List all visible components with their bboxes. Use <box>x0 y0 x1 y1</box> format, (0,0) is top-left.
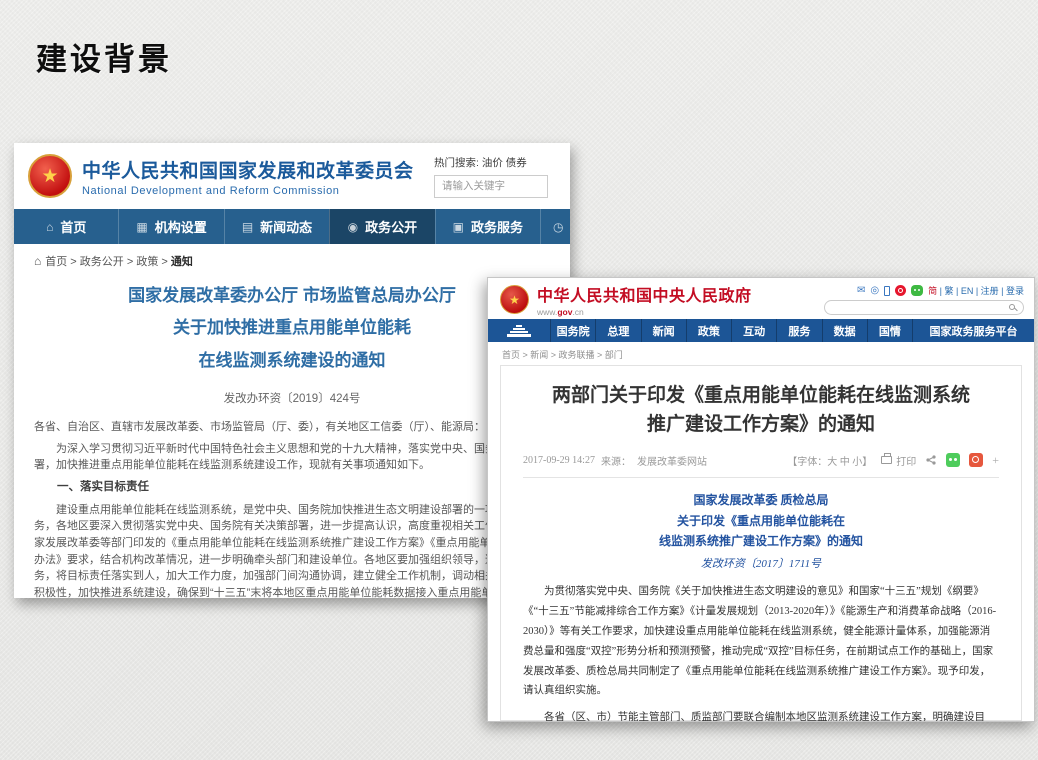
document-heading: 国家发展改革委 质检总局 关于印发《重点用能单位能耗在 线监测系统推广建设工作方… <box>523 490 999 552</box>
gov-site-titles: 中华人民共和国中央人民政府 www.gov.cn <box>537 282 752 317</box>
gov-header: ★ 中华人民共和国中央人民政府 www.gov.cn ✉ ◎ 简 | 繁 | E… <box>488 278 1034 319</box>
nav-item-news[interactable]: ▤ 新闻动态 <box>224 209 329 244</box>
breadcrumb-path: 首页 > 政务公开 > 政策 > <box>45 256 171 268</box>
nav-item-label: 新闻动态 <box>260 217 312 236</box>
paragraph: 建设重点用能单位能耗在线监测系统，是党中央、国务院加快推进生态文明建设部署的一项… <box>34 502 550 598</box>
gov-header-icons: ✉ ◎ 简 | 繁 | EN | 注册 | 登录 <box>857 284 1024 297</box>
disclosure-icon: ◉ <box>348 220 358 234</box>
ndrc-site-titles: 中华人民共和国国家发展和改革委员会 National Development a… <box>82 156 414 197</box>
breadcrumb[interactable]: 首页 > 新闻 > 政务联播 > 部门 <box>488 342 1034 365</box>
nav-item-label: 政务公开 <box>365 217 417 236</box>
printer-icon <box>881 456 892 464</box>
share-icon[interactable] <box>925 454 937 466</box>
share-wechat-icon[interactable] <box>946 453 960 467</box>
document-title: 国家发展改革委办公厅 市场监管总局办公厅 关于加快推进重点用能单位能耗 在线监测… <box>34 280 550 377</box>
gov-emblem-logo: ★ <box>500 285 529 314</box>
article-title: 两部门关于印发《重点用能单位能耗在线监测系统推广建设工作方案》的通知 <box>523 381 999 440</box>
divider <box>523 477 999 478</box>
salutation: 各省、自治区、直辖市发展改革委、市场监管局（厅、委），有关地区工信委（厅）、能源… <box>34 419 550 436</box>
breadcrumb-current: 通知 <box>171 256 193 268</box>
document-body: 为贯彻落实党中央、国务院《关于加快推进生态文明建设的意见》和国家“十三五”规划《… <box>523 582 999 722</box>
ndrc-site-title: 中华人民共和国国家发展和改革委员会 <box>82 156 414 183</box>
nav-item-premier[interactable]: 总理 <box>595 319 640 342</box>
document-title-line: 关于加快推进重点用能单位能耗 <box>34 312 550 344</box>
search-input[interactable] <box>434 175 548 198</box>
search-icon <box>1009 304 1015 310</box>
document-number: 发改环资〔2017〕1711号 <box>523 555 999 571</box>
article-meta-left: 2017-09-29 14:27 来源： 发展改革委网站 <box>523 453 707 468</box>
nav-item-label: 机构设置 <box>155 217 207 236</box>
ndrc-header: ★ 中华人民共和国国家发展和改革委员会 National Development… <box>14 143 570 209</box>
wechat-icon[interactable] <box>911 285 923 296</box>
page-title: 建设背景 <box>36 34 172 79</box>
gov-site-url: www.gov.cn <box>537 307 752 317</box>
home-icon: ⌂ <box>34 254 41 268</box>
nav-item-home[interactable]: ⌂ 首页 <box>14 209 118 244</box>
nav-item-more[interactable]: ◷ <box>540 209 570 244</box>
news-icon: ▤ <box>242 220 253 234</box>
document-title-line: 在线监测系统建设的通知 <box>34 345 550 377</box>
tiananmen-icon <box>506 325 532 337</box>
paragraph: 为贯彻落实党中央、国务院《关于加快推进生态文明建设的意见》和国家“十三五”规划《… <box>523 582 999 702</box>
nav-item-national[interactable]: 国情 <box>867 319 912 342</box>
document-number: 发改办环资〔2019〕424号 <box>34 390 550 406</box>
clock-icon: ◷ <box>553 220 563 234</box>
paragraph: 各省（区、市）节能主管部门、质监部门要联合编制本地区监测系统建设工作方案，明确建… <box>523 708 999 722</box>
gov-header-right: ✉ ◎ 简 | 繁 | EN | 注册 | 登录 <box>824 284 1024 315</box>
share-weibo-icon[interactable] <box>969 453 983 467</box>
ndrc-emblem-logo: ★ <box>28 154 72 198</box>
breadcrumb[interactable]: ⌂ 首页 > 政务公开 > 政策 > 通知 <box>34 253 550 269</box>
ndrc-nav: ⌂ 首页 ▦ 机构设置 ▤ 新闻动态 ◉ 政务公开 ▣ 政务服务 ◷ <box>14 209 570 244</box>
mail-icon[interactable]: ✉ <box>857 286 865 296</box>
nav-item-news[interactable]: 新闻 <box>641 319 686 342</box>
rss-icon[interactable]: ◎ <box>870 286 879 296</box>
font-size-widget[interactable]: 【字体：大 中 小】 <box>787 453 872 468</box>
home-icon: ⌂ <box>46 220 53 234</box>
article-meta-right: 【字体：大 中 小】 打印 + <box>787 453 999 468</box>
document-heading-line: 关于印发《重点用能单位能耗在 <box>523 511 999 532</box>
institution-icon: ▦ <box>136 220 147 234</box>
nav-item-service-platform[interactable]: 国家政务服务平台 <box>912 319 1034 342</box>
hot-search-label[interactable]: 热门搜索: 油价 债券 <box>434 155 556 170</box>
document-heading-line: 线监测系统推广建设工作方案》的通知 <box>523 531 999 552</box>
source-link[interactable]: 发展改革委网站 <box>637 453 707 468</box>
document-body: 各省、自治区、直辖市发展改革委、市场监管局（厅、委），有关地区工信委（厅）、能源… <box>34 419 550 598</box>
nav-item-data[interactable]: 数据 <box>822 319 867 342</box>
nav-item-home[interactable] <box>488 319 550 342</box>
services-icon: ▣ <box>453 220 464 234</box>
nav-item-interaction[interactable]: 互动 <box>731 319 776 342</box>
ndrc-header-right: 热门搜索: 油价 债券 <box>434 155 556 198</box>
publish-date: 2017-09-29 14:27 <box>523 455 595 466</box>
document-title-line: 国家发展改革委办公厅 市场监管总局办公厅 <box>34 280 550 312</box>
share-more-button[interactable]: + <box>992 453 999 468</box>
weibo-icon[interactable] <box>895 285 906 296</box>
nav-item-institutions[interactable]: ▦ 机构设置 <box>118 209 223 244</box>
paragraph: 为深入学习贯彻习近平新时代中国特色社会主义思想和党的十九大精神，落实党中央、国务… <box>34 441 550 474</box>
article-meta: 2017-09-29 14:27 来源： 发展改革委网站 【字体：大 中 小】 … <box>523 453 999 468</box>
nav-item-policy[interactable]: 政策 <box>686 319 731 342</box>
gov-window: ★ 中华人民共和国中央人民政府 www.gov.cn ✉ ◎ 简 | 繁 | E… <box>487 277 1035 722</box>
section-heading-1: 一、落实目标责任 <box>34 479 550 496</box>
source-label: 来源： <box>601 453 631 468</box>
gov-site-title: 中华人民共和国中央人民政府 <box>537 282 752 306</box>
nav-item-services[interactable]: ▣ 政务服务 <box>435 209 540 244</box>
nav-item-disclosure[interactable]: ◉ 政务公开 <box>329 209 434 244</box>
mobile-icon[interactable] <box>884 286 890 296</box>
nav-item-services[interactable]: 服务 <box>776 319 821 342</box>
nav-item-state-council[interactable]: 国务院 <box>550 319 595 342</box>
document-heading-line: 国家发展改革委 质检总局 <box>523 490 999 511</box>
emblem-star-icon: ★ <box>509 294 520 306</box>
print-button[interactable]: 打印 <box>881 453 916 468</box>
search-input[interactable] <box>824 300 1024 315</box>
article-panel: 两部门关于印发《重点用能单位能耗在线监测系统推广建设工作方案》的通知 2017-… <box>500 365 1022 721</box>
nav-item-label: 政务服务 <box>471 217 523 236</box>
nav-item-label: 首页 <box>60 217 86 236</box>
emblem-star-icon: ★ <box>41 167 58 186</box>
gov-nav: 国务院 总理 新闻 政策 互动 服务 数据 国情 国家政务服务平台 <box>488 319 1034 342</box>
ndrc-site-subtitle: National Development and Reform Commissi… <box>82 185 414 197</box>
language-links[interactable]: 简 | 繁 | EN | 注册 | 登录 <box>928 284 1024 297</box>
